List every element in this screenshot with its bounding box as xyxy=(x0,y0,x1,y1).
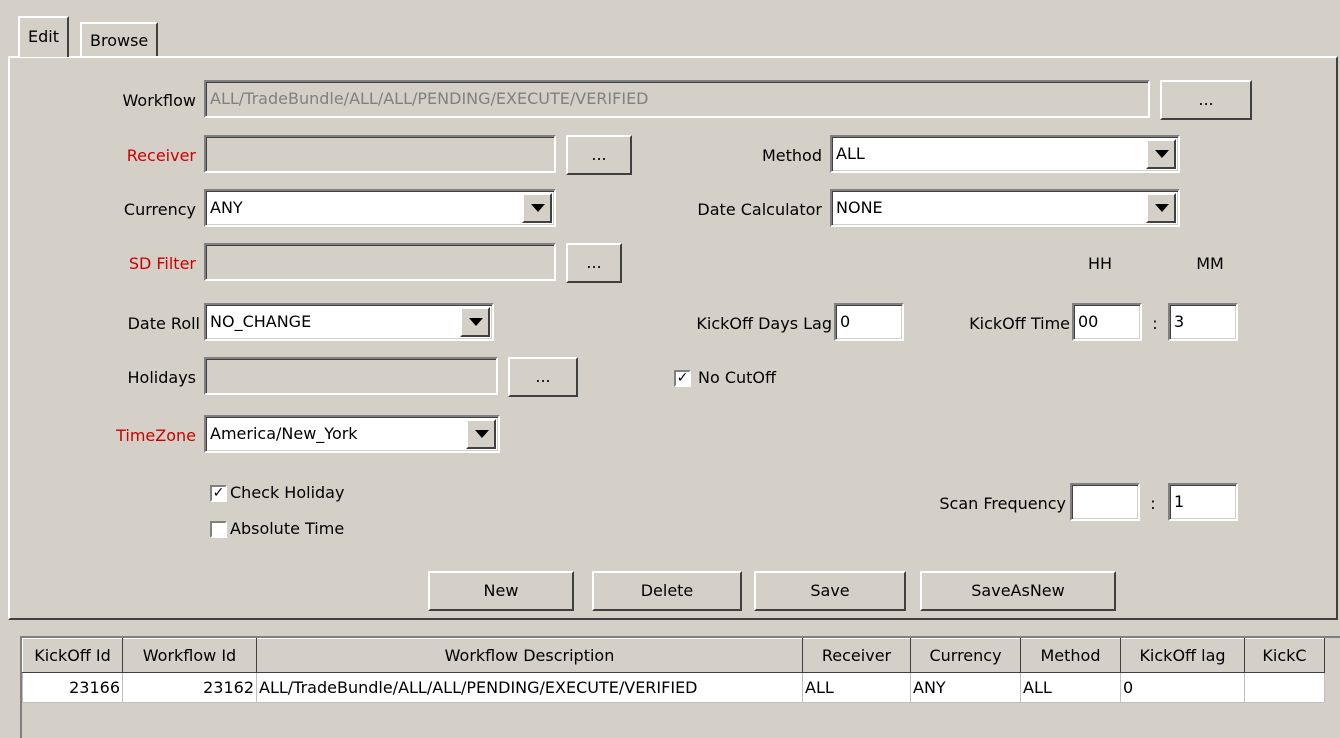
check-holiday-checkbox[interactable]: ✓ xyxy=(210,485,227,502)
table-cell: ANY xyxy=(910,672,1021,703)
column-header[interactable]: Workflow Description xyxy=(256,638,803,673)
check-icon: ✓ xyxy=(212,485,225,501)
workflow-field[interactable]: ALL/TradeBundle/ALL/ALL/PENDING/EXECUTE/… xyxy=(204,80,1150,118)
no-cutoff-checkbox[interactable]: ✓ xyxy=(674,370,691,387)
kickoff-table[interactable]: KickOff Id Workflow Id Workflow Descript… xyxy=(20,636,1340,738)
timezone-value: America/New_York xyxy=(210,424,358,443)
check-icon: ✓ xyxy=(676,370,689,386)
kickoff-grid: KickOff Id Workflow Id Workflow Descript… xyxy=(22,638,1325,703)
sd-filter-label: SD Filter xyxy=(128,254,196,273)
date-calculator-label: Date Calculator xyxy=(697,200,822,219)
timezone-label: TimeZone xyxy=(116,426,196,445)
table-cell: ALL xyxy=(802,672,911,703)
save-as-new-button[interactable]: SaveAsNew xyxy=(920,571,1116,611)
date-roll-label: Date Roll xyxy=(127,314,200,333)
receiver-label: Receiver xyxy=(126,146,196,165)
new-button[interactable]: New xyxy=(428,571,574,611)
scan-frequency-mm-input[interactable]: 1 xyxy=(1168,483,1238,521)
chevron-down-icon[interactable] xyxy=(522,193,552,223)
date-calculator-value: NONE xyxy=(836,198,883,217)
method-value: ALL xyxy=(836,144,865,163)
column-header[interactable]: KickOff lag xyxy=(1120,638,1245,673)
delete-button[interactable]: Delete xyxy=(592,571,742,611)
chevron-down-icon[interactable] xyxy=(466,419,496,449)
tab-edit[interactable]: Edit xyxy=(18,16,69,57)
table-cell: ALL/TradeBundle/ALL/ALL/PENDING/EXECUTE/… xyxy=(256,672,803,703)
date-calculator-select[interactable]: NONE xyxy=(830,189,1180,227)
scan-frequency-label: Scan Frequency xyxy=(939,494,1066,513)
kickoff-time-label: KickOff Time xyxy=(969,314,1070,333)
currency-label: Currency xyxy=(123,200,196,219)
table-cell: 0 xyxy=(1120,672,1245,703)
table-cell: ALL xyxy=(1020,672,1121,703)
method-label: Method xyxy=(761,146,822,165)
date-roll-select[interactable]: NO_CHANGE xyxy=(204,303,494,341)
chevron-down-icon[interactable] xyxy=(1146,193,1176,223)
column-header[interactable]: Receiver xyxy=(802,638,911,673)
kickoff-days-lag-label: KickOff Days Lag xyxy=(696,314,832,333)
holidays-field[interactable] xyxy=(204,357,498,395)
holidays-label: Holidays xyxy=(127,368,196,387)
mm-label: MM xyxy=(1196,254,1224,273)
check-holiday-label: Check Holiday xyxy=(230,483,345,502)
method-select[interactable]: ALL xyxy=(830,135,1180,173)
scan-frequency-separator: : xyxy=(1150,494,1156,513)
column-header[interactable]: KickOff Id xyxy=(22,638,123,673)
column-header[interactable]: KickC xyxy=(1244,638,1325,673)
table-cell: 23162 xyxy=(122,672,257,703)
timezone-select[interactable]: America/New_York xyxy=(204,415,500,453)
hh-label: HH xyxy=(1087,254,1113,273)
workflow-label: Workflow xyxy=(122,91,196,110)
table-cell: 23166 xyxy=(22,672,123,703)
absolute-time-label: Absolute Time xyxy=(230,519,345,538)
receiver-field[interactable] xyxy=(204,135,556,173)
save-button[interactable]: Save xyxy=(754,571,906,611)
sd-filter-browse-button[interactable]: ... xyxy=(566,243,622,283)
scan-frequency-hh-input[interactable] xyxy=(1070,483,1140,521)
column-header[interactable]: Method xyxy=(1020,638,1121,673)
tab-browse[interactable]: Browse xyxy=(80,22,159,56)
receiver-browse-button[interactable]: ... xyxy=(566,135,632,175)
chevron-down-icon[interactable] xyxy=(460,307,490,337)
table-cell xyxy=(1244,672,1325,703)
no-cutoff-label: No CutOff xyxy=(698,368,777,387)
chevron-down-icon[interactable] xyxy=(1146,139,1176,169)
column-header[interactable]: Workflow Id xyxy=(122,638,257,673)
currency-select[interactable]: ANY xyxy=(204,189,556,227)
kickoff-time-separator: : xyxy=(1152,314,1158,333)
date-roll-value: NO_CHANGE xyxy=(210,312,312,331)
absolute-time-checkbox[interactable] xyxy=(210,521,227,538)
holidays-browse-button[interactable]: ... xyxy=(508,357,578,397)
table-row[interactable]: 23166 23162 ALL/TradeBundle/ALL/ALL/PEND… xyxy=(22,672,1325,703)
currency-value: ANY xyxy=(210,198,243,217)
column-header[interactable]: Currency xyxy=(910,638,1021,673)
kickoff-time-hh-input[interactable]: 00 xyxy=(1072,303,1142,341)
table-header-row: KickOff Id Workflow Id Workflow Descript… xyxy=(22,638,1325,673)
kickoff-days-lag-input[interactable]: 0 xyxy=(834,303,904,341)
workflow-browse-button[interactable]: ... xyxy=(1160,80,1252,120)
kickoff-time-mm-input[interactable]: 3 xyxy=(1168,303,1238,341)
sd-filter-field[interactable] xyxy=(204,243,556,281)
